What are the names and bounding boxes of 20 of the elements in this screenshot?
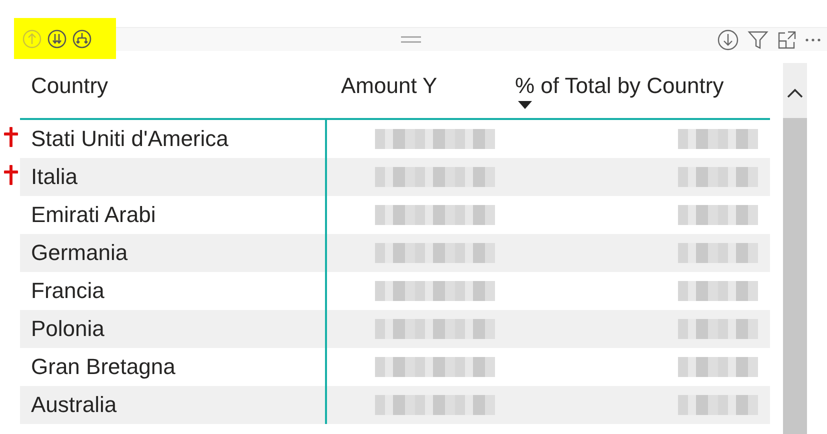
filter-icon[interactable]	[747, 28, 769, 50]
focus-mode-icon[interactable]	[777, 30, 797, 50]
country-cell: Gran Bretagna	[31, 354, 176, 380]
column-header[interactable]: % of Total by Country	[505, 63, 770, 118]
country-cell: Polonia	[31, 316, 104, 342]
more-options-icon[interactable]	[805, 38, 821, 42]
expand-all-down-icon[interactable]	[47, 28, 67, 48]
column-header[interactable]: Country	[20, 63, 327, 118]
sort-descending-icon	[518, 101, 532, 109]
expand-hierarchy-icon[interactable]	[72, 28, 92, 48]
country-cell: Francia	[31, 278, 104, 304]
country-cell: Italia	[31, 164, 78, 190]
download-icon[interactable]	[717, 28, 739, 50]
column-header[interactable]: Amount Y	[327, 63, 505, 118]
country-cell: Germania	[31, 240, 128, 266]
country-cell: Stati Uniti d'America	[31, 126, 228, 152]
country-cell: Emirati Arabi	[31, 202, 156, 228]
drag-handle-icon[interactable]	[401, 36, 421, 44]
scroll-up-icon[interactable]	[787, 88, 803, 98]
country-cell: Australia	[31, 392, 117, 418]
